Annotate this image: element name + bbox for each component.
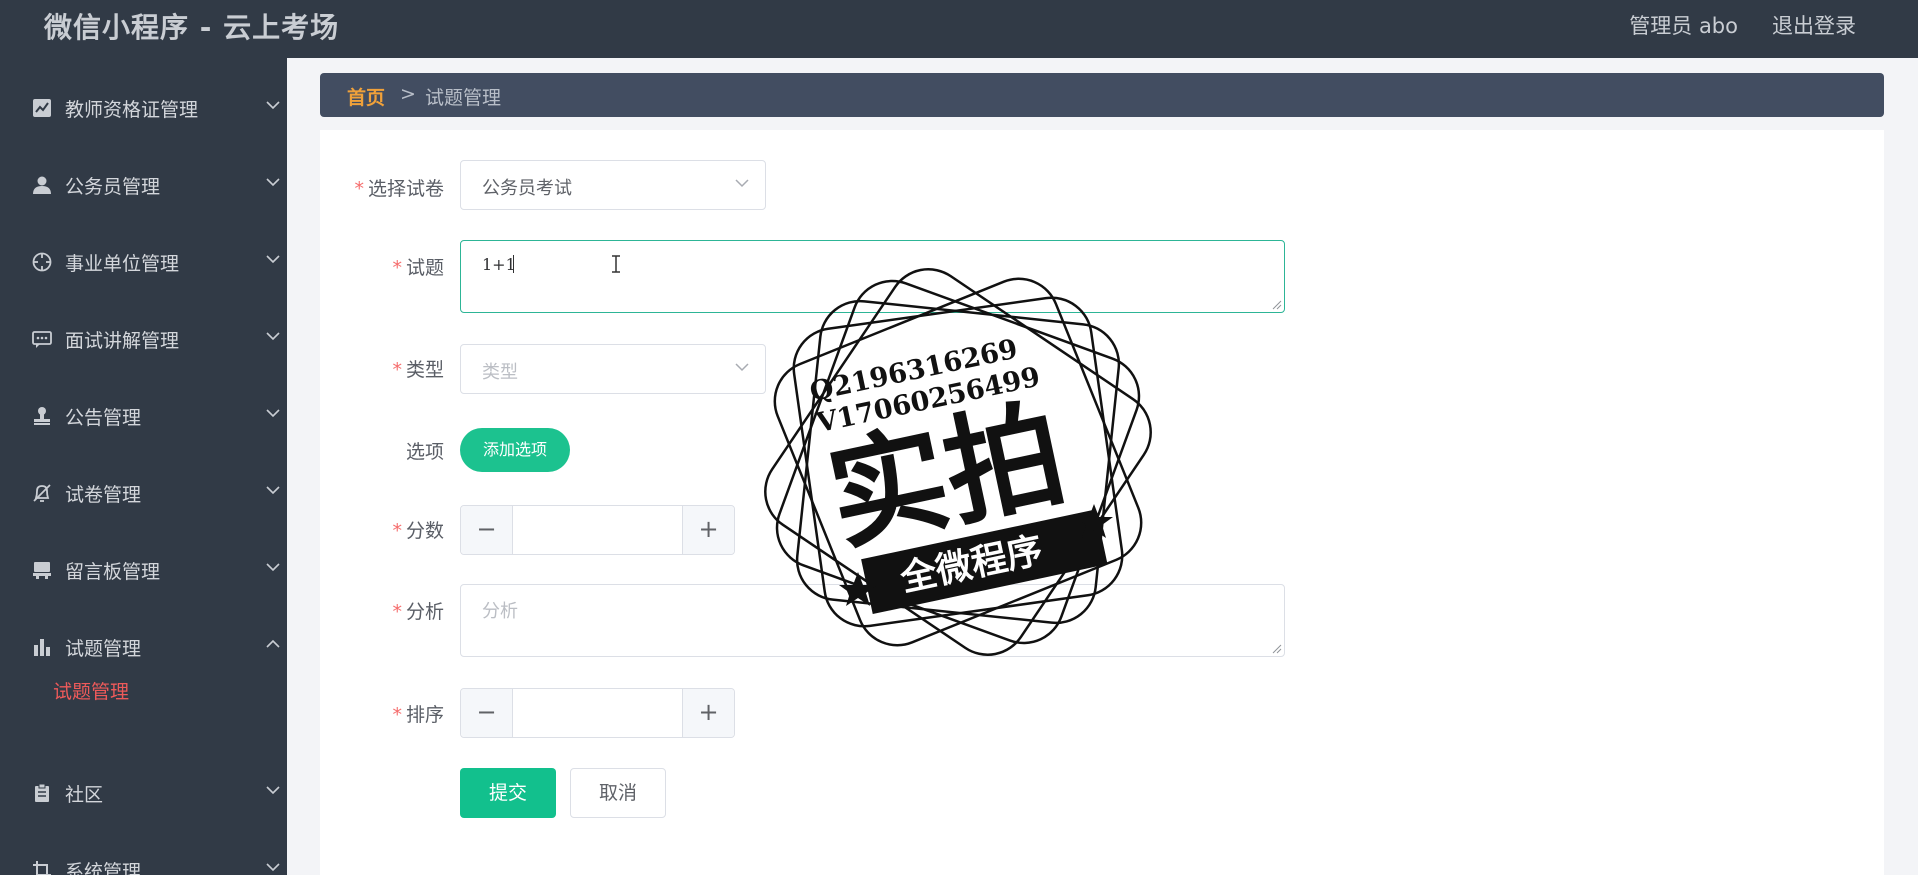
analysis-textarea[interactable]: 分析 [460, 584, 1285, 657]
required-mark: * [392, 704, 402, 726]
type-field-label: * 类型 [392, 359, 444, 381]
question-textarea[interactable]: 1+1 [460, 240, 1285, 313]
sidebar-item-label: 事业单位管理 [65, 253, 180, 275]
sidebar-item-question[interactable]: 试题管理 [0, 619, 287, 675]
breadcrumb: 首页 > 试题管理 [320, 73, 1884, 117]
required-mark: * [392, 520, 402, 542]
chevron-down-icon [266, 178, 280, 187]
clipboard-icon [35, 783, 49, 802]
chevron-down-icon [266, 486, 280, 495]
chevron-up-icon [266, 639, 280, 648]
score-increment-button[interactable]: + [682, 506, 734, 554]
sidebar-item-label: 公务员管理 [65, 176, 161, 198]
chevron-down-icon [266, 255, 280, 264]
sidebar-item-label: 公告管理 [65, 407, 142, 429]
text-caret [513, 255, 514, 273]
paper-field-label: * 选择试卷 [354, 178, 444, 200]
paper-select[interactable]: 公务员考试 [460, 160, 766, 210]
chevron-down-icon [266, 786, 280, 795]
sidebar-subitem-question-management[interactable]: 试题管理 [53, 677, 129, 704]
sidebar-item-label: 试题管理 [65, 638, 142, 660]
user-icon [33, 176, 51, 194]
sidebar-item-label: 留言板管理 [65, 561, 161, 583]
required-mark: * [354, 178, 364, 200]
breadcrumb-separator: > [400, 83, 416, 105]
sidebar-item-teacher-cert[interactable]: 教师资格证管理 [0, 80, 287, 136]
analysis-field-label: * 分析 [392, 601, 444, 623]
chevron-down-icon [266, 863, 280, 872]
sidebar-item-interview[interactable]: 面试讲解管理 [0, 311, 287, 367]
sidebar-item-message-board[interactable]: 留言板管理 [0, 542, 287, 598]
sidebar-item-label: 面试讲解管理 [65, 330, 180, 352]
resize-handle-icon[interactable] [1272, 300, 1282, 310]
app-title: 微信小程序 - 云上考场 [44, 11, 340, 44]
breadcrumb-home-link[interactable]: 首页 [347, 83, 385, 110]
stamp-icon [34, 407, 50, 425]
order-input[interactable] [513, 689, 683, 737]
chevron-down-icon [735, 179, 749, 188]
submit-button[interactable]: 提交 [460, 768, 556, 818]
question-field-label: * 试题 [392, 257, 444, 279]
sidebar-item-label: 社区 [65, 784, 104, 806]
type-select[interactable]: 类型 [460, 344, 766, 394]
sidebar-item-label: 试卷管理 [65, 484, 142, 506]
chevron-down-icon [266, 101, 280, 110]
compass-icon [32, 252, 52, 272]
sidebar-item-exam-paper[interactable]: 试卷管理 [0, 465, 287, 521]
sidebar-item-announcement[interactable]: 公告管理 [0, 388, 287, 444]
chevron-down-icon [266, 563, 280, 572]
score-input[interactable] [513, 506, 683, 554]
resize-handle-icon[interactable] [1272, 644, 1282, 654]
question-text: 1+1 [482, 255, 516, 274]
type-select-placeholder: 类型 [482, 362, 518, 383]
breadcrumb-current: 试题管理 [425, 87, 502, 109]
message-board-icon [33, 562, 51, 579]
cancel-button[interactable]: 取消 [570, 768, 666, 818]
add-option-button[interactable]: 添加选项 [460, 428, 570, 472]
text-cursor-icon [612, 255, 620, 273]
bar-chart-icon [34, 639, 50, 656]
options-field-label: 选项 [405, 441, 444, 463]
chevron-down-icon [266, 409, 280, 418]
score-field-label: * 分数 [392, 520, 444, 542]
admin-user-label[interactable]: 管理员 abo [1629, 10, 1738, 40]
crop-icon [33, 861, 51, 875]
required-mark: * [392, 601, 402, 623]
paper-select-value: 公务员考试 [482, 178, 572, 199]
sidebar: 教师资格证管理 公务员管理 事业单位管理 面试讲解管理 公告管理 试卷管理 留言… [0, 58, 287, 875]
chart-icon [33, 99, 51, 117]
required-mark: * [392, 359, 402, 381]
logout-link[interactable]: 退出登录 [1772, 10, 1856, 40]
sidebar-item-system[interactable]: 系统管理 [0, 842, 287, 875]
user-area: 管理员 abo 退出登录 [1629, 10, 1856, 40]
order-field-label: * 排序 [392, 704, 444, 726]
bell-off-icon [33, 484, 51, 502]
chevron-down-icon [266, 332, 280, 341]
score-stepper: − + [460, 505, 735, 555]
analysis-placeholder: 分析 [482, 601, 518, 622]
top-bar: 微信小程序 - 云上考场 管理员 abo 退出登录 [0, 0, 1918, 58]
chat-icon [32, 331, 52, 348]
sidebar-item-civil-servant[interactable]: 公务员管理 [0, 157, 287, 213]
sidebar-item-community[interactable]: 社区 [0, 765, 287, 821]
score-decrement-button[interactable]: − [461, 506, 513, 554]
order-decrement-button[interactable]: − [461, 689, 513, 737]
sidebar-item-label: 系统管理 [65, 861, 142, 875]
order-stepper: − + [460, 688, 735, 738]
required-mark: * [392, 257, 402, 279]
sidebar-item-label: 教师资格证管理 [65, 99, 199, 121]
chevron-down-icon [735, 363, 749, 372]
order-increment-button[interactable]: + [682, 689, 734, 737]
sidebar-item-institution[interactable]: 事业单位管理 [0, 234, 287, 290]
